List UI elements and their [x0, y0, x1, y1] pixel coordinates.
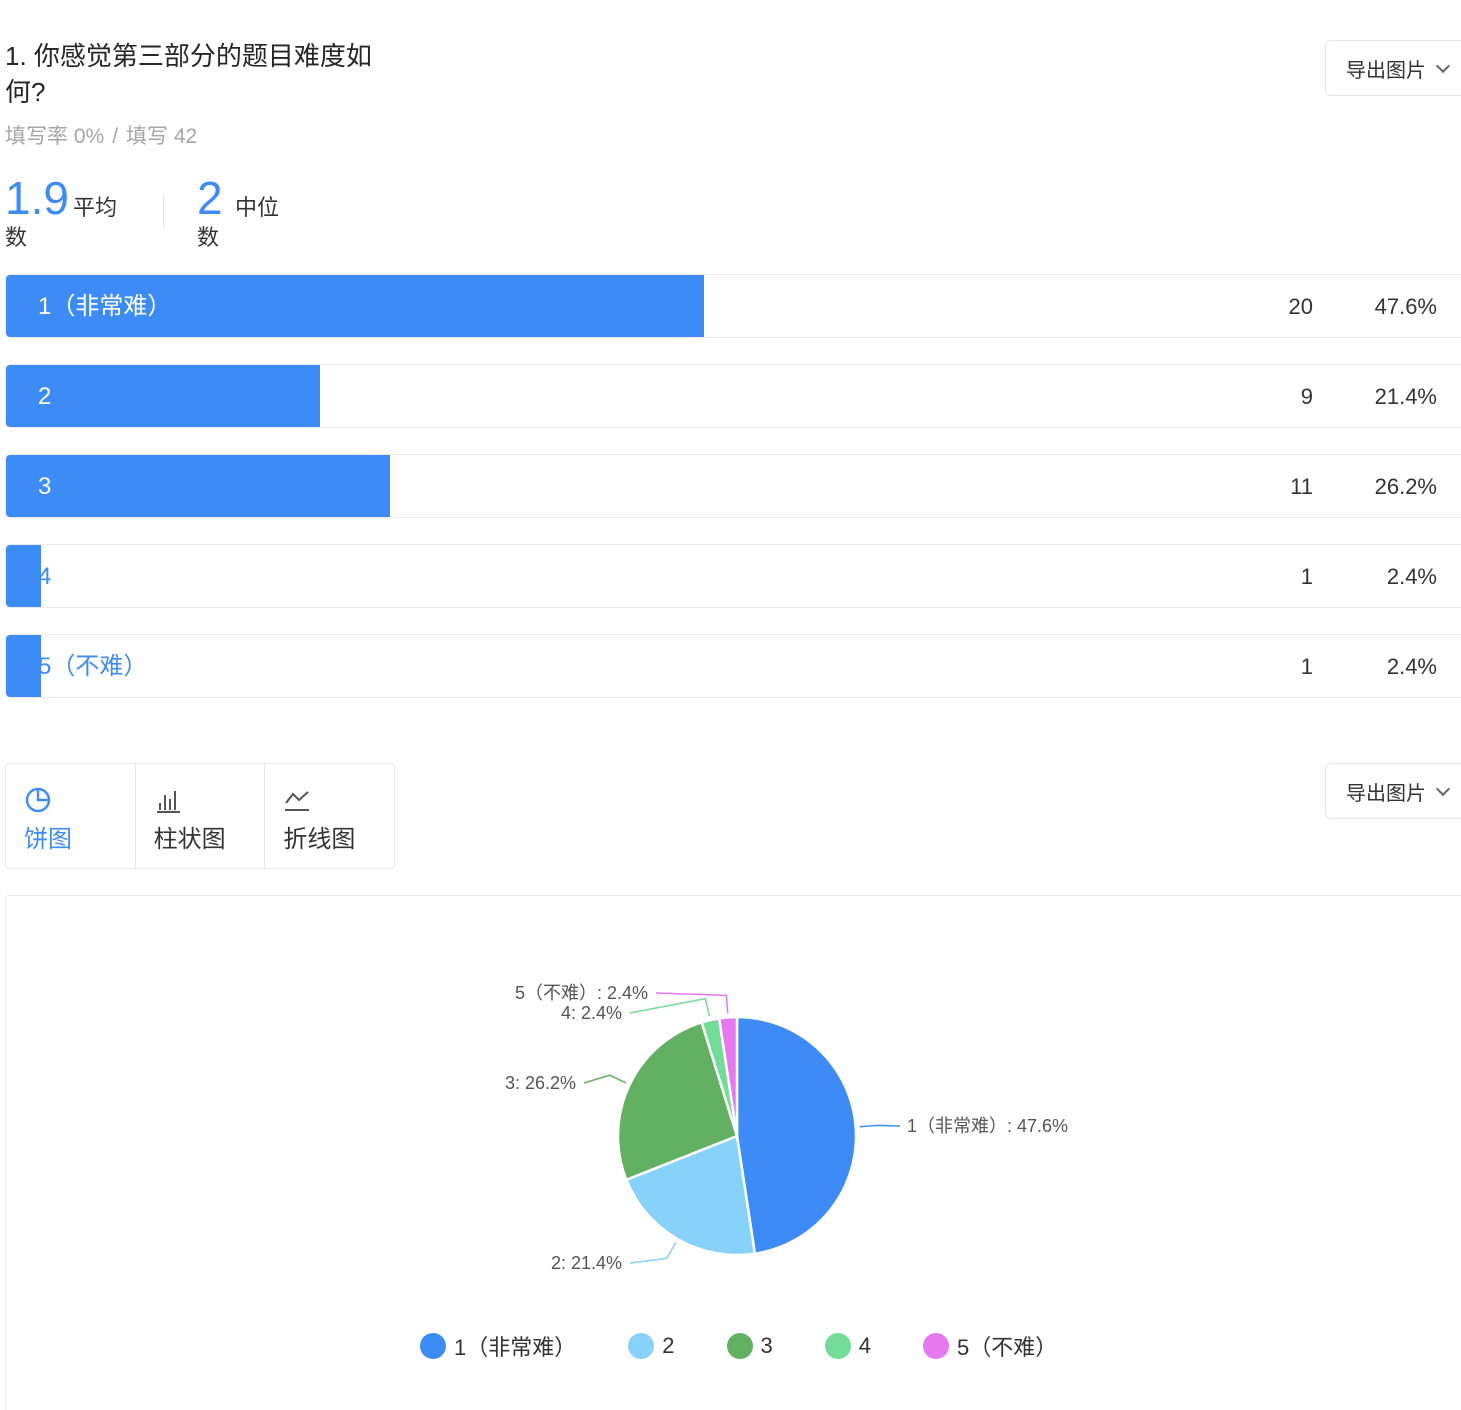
pie-leader-line — [859, 1124, 901, 1128]
legend-dot — [923, 1333, 949, 1359]
pie-slice[interactable] — [735, 1015, 858, 1256]
legend-item[interactable]: 5（不难） — [923, 1330, 1057, 1362]
chart-legend: 1（非常难） 2 3 4 5（不难） — [420, 1330, 1109, 1362]
legend-label: 4 — [858, 1333, 871, 1358]
legend-dot — [726, 1333, 753, 1359]
pie-data-label: 1（非常难）: 47.6% — [907, 1116, 1068, 1136]
pie-chart: 1（非常难）: 47.6% 2: 21.4% 3: 26.2% 4: 2.4%5（不难… — [505, 983, 1068, 1273]
legend-label: 3 — [760, 1333, 773, 1358]
pie-leader-line — [655, 992, 729, 1014]
legend-item[interactable]: 1（非常难） — [420, 1330, 576, 1362]
legend-item[interactable]: 2 — [628, 1330, 675, 1362]
legend-label: 2 — [662, 1333, 675, 1358]
legend-label: 5（不难） — [957, 1335, 1058, 1360]
pie-data-label: 5（不难）: 2.4% — [515, 983, 648, 1003]
pie-data-label: 3: 26.2% — [505, 1073, 576, 1093]
pie-data-label: 2: 21.4% — [551, 1253, 622, 1273]
legend-dot — [628, 1333, 655, 1359]
pie-leader-line — [629, 1242, 677, 1264]
pie-leader-line — [583, 1074, 627, 1084]
legend-label: 1（非常难） — [454, 1335, 577, 1360]
legend-item[interactable]: 3 — [726, 1330, 773, 1362]
pie-data-label: 4: 2.4% — [561, 1003, 622, 1023]
legend-dot — [420, 1333, 446, 1359]
legend-item[interactable]: 4 — [824, 1330, 871, 1362]
legend-dot — [824, 1333, 851, 1359]
